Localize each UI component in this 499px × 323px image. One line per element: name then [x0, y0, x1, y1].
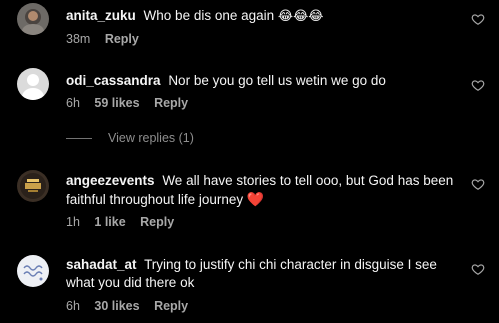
timestamp: 38m — [66, 32, 91, 46]
comment-text: Nor be you go tell us wetin we go do — [168, 73, 386, 88]
profile-photo-avatar-icon — [17, 3, 49, 35]
avatar[interactable] — [17, 3, 49, 35]
logo-avatar-icon — [17, 170, 49, 202]
heart-outline-icon[interactable] — [471, 177, 485, 191]
likes-count[interactable]: 30 likes — [94, 299, 139, 313]
default-avatar-icon — [17, 68, 49, 100]
laughing-emoji: 😂😂😂 — [277, 8, 324, 23]
reply-button[interactable]: Reply — [154, 96, 188, 110]
reply-button[interactable]: Reply — [105, 32, 139, 46]
red-heart-emoji: ❤️ — [246, 191, 265, 207]
likes-count[interactable]: 59 likes — [94, 96, 139, 110]
avatar[interactable] — [17, 170, 49, 202]
likes-count[interactable]: 1 like — [94, 215, 125, 229]
avatar[interactable] — [17, 255, 49, 287]
username[interactable]: odi_cassandra — [66, 73, 161, 88]
username[interactable]: sahadat_at — [66, 257, 137, 272]
view-replies-label: View replies (1) — [108, 131, 194, 145]
reply-button[interactable]: Reply — [140, 215, 174, 229]
timestamp: 6h — [66, 299, 80, 313]
reply-button[interactable]: Reply — [154, 299, 188, 313]
heart-outline-icon[interactable] — [471, 262, 485, 276]
heart-outline-icon[interactable] — [471, 78, 485, 92]
comment-text: Who be dis one again — [143, 8, 275, 23]
view-replies-button[interactable]: View replies (1) — [66, 131, 194, 145]
timestamp: 6h — [66, 96, 80, 110]
script-logo-avatar-icon — [17, 255, 49, 287]
timestamp: 1h — [66, 215, 80, 229]
avatar[interactable] — [17, 68, 49, 100]
username[interactable]: anita_zuku — [66, 8, 136, 23]
divider-line — [66, 138, 92, 140]
heart-outline-icon[interactable] — [471, 12, 485, 26]
username[interactable]: angeezevents — [66, 173, 155, 188]
